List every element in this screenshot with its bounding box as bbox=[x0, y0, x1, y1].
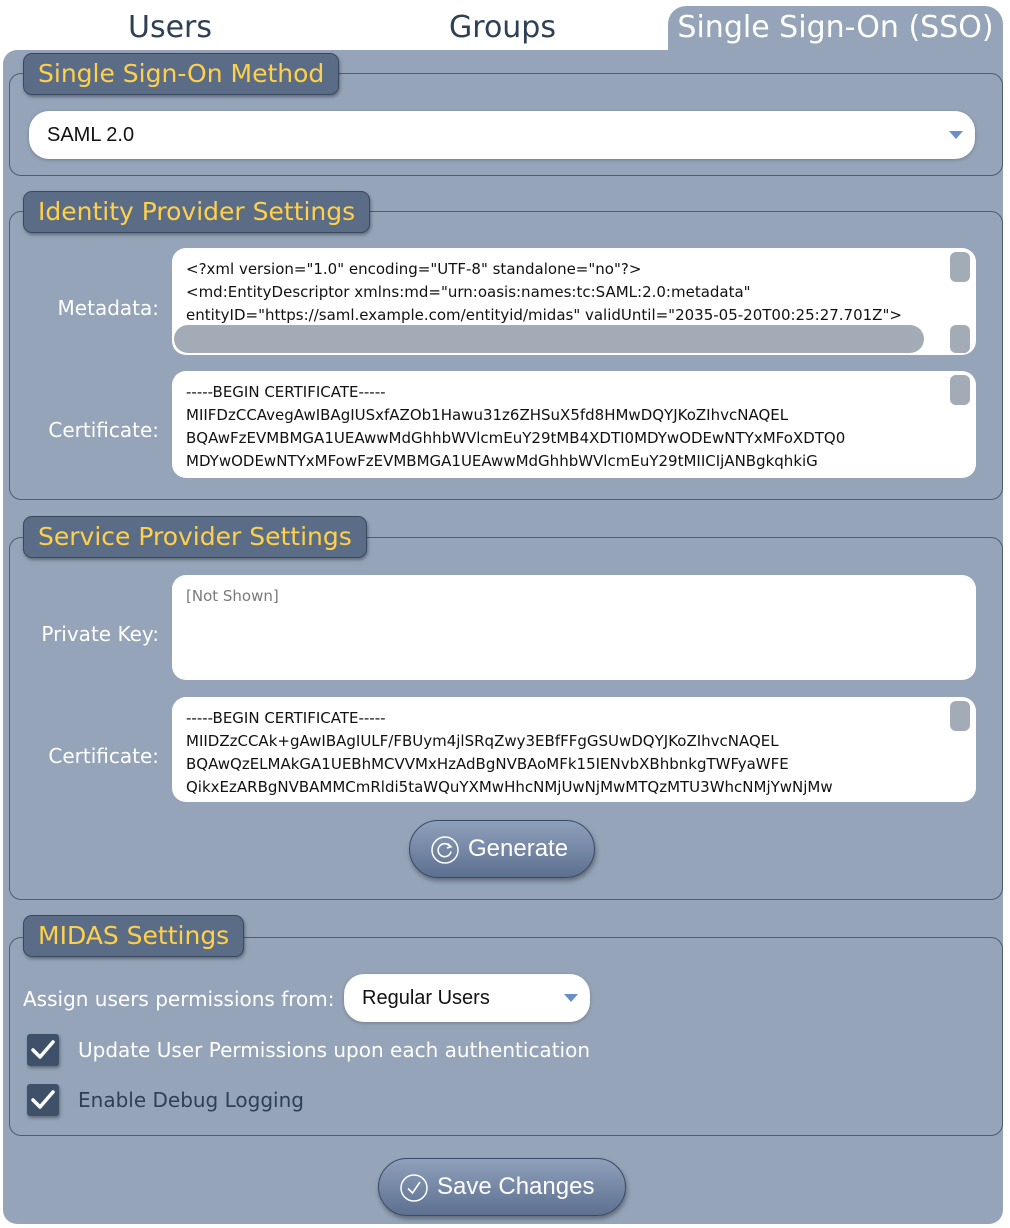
assign-permissions-select[interactable]: Regular Users bbox=[344, 974, 590, 1022]
assign-permissions-label: Assign users permissions from: bbox=[23, 987, 335, 1011]
sp-certificate-line: -----BEGIN CERTIFICATE----- bbox=[186, 709, 386, 727]
sp-certificate-line: MIIDZzCCAk+gAwIBAgIULF/FBUym4jlSRqZwy3EB… bbox=[186, 732, 779, 750]
tab-sso[interactable]: Single Sign-On (SSO) bbox=[668, 6, 1003, 52]
checkmark-icon bbox=[31, 1090, 55, 1109]
tab-groups[interactable]: Groups bbox=[420, 6, 585, 52]
debug-logging-label: Enable Debug Logging bbox=[78, 1088, 304, 1112]
chevron-down-icon bbox=[949, 131, 963, 139]
save-changes-label: Save Changes bbox=[437, 1173, 595, 1200]
update-permissions-checkbox[interactable] bbox=[27, 1034, 59, 1066]
metadata-horizontal-scrollbar[interactable] bbox=[174, 325, 924, 353]
metadata-line: <?xml version="1.0" encoding="UTF-8" sta… bbox=[186, 260, 642, 278]
metadata-vertical-scrollbar[interactable] bbox=[950, 252, 970, 282]
checkmark-icon bbox=[31, 1040, 55, 1059]
private-key-textarea[interactable]: [Not Shown] bbox=[172, 575, 976, 680]
idp-certificate-label: Certificate: bbox=[48, 418, 159, 442]
private-key-label: Private Key: bbox=[41, 622, 159, 646]
service-provider-legend: Service Provider Settings bbox=[23, 516, 367, 558]
idp-certificate-line: -----BEGIN CERTIFICATE----- bbox=[186, 383, 386, 401]
metadata-label: Metadata: bbox=[57, 296, 159, 320]
idp-certificate-textarea[interactable]: -----BEGIN CERTIFICATE----- MIIFDzCCAveg… bbox=[172, 371, 976, 478]
idp-certificate-line: MIIFDzCCAvegAwIBAgIUSxfAZOb1Hawu31z6ZHSu… bbox=[186, 406, 789, 424]
sp-certificate-label: Certificate: bbox=[48, 744, 159, 768]
idp-certificate-line: MDYwODEwNTYxMFowFzEVMBMGA1UEAwwMdGhhbWVl… bbox=[186, 452, 818, 470]
idp-certificate-scrollbar[interactable] bbox=[950, 375, 970, 405]
metadata-scroll-corner bbox=[950, 325, 970, 353]
metadata-textarea[interactable]: <?xml version="1.0" encoding="UTF-8" sta… bbox=[172, 248, 976, 355]
generate-label: Generate bbox=[468, 835, 569, 862]
generate-button[interactable]: Generate bbox=[409, 820, 595, 878]
metadata-line: <md:EntityDescriptor xmlns:md="urn:oasis… bbox=[186, 283, 751, 301]
save-changes-button[interactable]: Save Changes bbox=[378, 1158, 626, 1216]
sp-certificate-line: BQAwQzELMAkGA1UEBhMCVVMxHzAdBgNVBAoMFk15… bbox=[186, 755, 789, 773]
refresh-icon bbox=[431, 836, 459, 864]
sp-certificate-scrollbar[interactable] bbox=[950, 701, 970, 731]
metadata-line: entityID="https://saml.example.com/entit… bbox=[186, 306, 902, 324]
chevron-down-icon bbox=[564, 994, 578, 1002]
sso-method-value: SAML 2.0 bbox=[47, 124, 135, 146]
sso-panel: Single Sign-On Method SAML 2.0 Identity … bbox=[3, 50, 1003, 1224]
debug-logging-checkbox[interactable] bbox=[27, 1084, 59, 1116]
identity-provider-legend: Identity Provider Settings bbox=[23, 191, 371, 233]
sso-method-legend: Single Sign-On Method bbox=[23, 53, 340, 95]
idp-certificate-line: BQAwFzEVMBMGA1UEAwwMdGhhbWVlcmEuY29tMB4X… bbox=[186, 429, 846, 447]
sso-method-select[interactable]: SAML 2.0 bbox=[29, 111, 975, 159]
tab-bar: Users Groups Single Sign-On (SSO) bbox=[0, 0, 1010, 52]
midas-legend: MIDAS Settings bbox=[23, 915, 245, 957]
tab-users[interactable]: Users bbox=[90, 6, 250, 52]
private-key-placeholder: [Not Shown] bbox=[186, 587, 279, 605]
assign-permissions-value: Regular Users bbox=[362, 987, 490, 1009]
update-permissions-label: Update User Permissions upon each authen… bbox=[78, 1038, 591, 1062]
sp-certificate-line: QikxEzARBgNVBAMMCmRldi5taWQuYXMwHhcNMjUw… bbox=[186, 778, 833, 796]
sp-certificate-textarea[interactable]: -----BEGIN CERTIFICATE----- MIIDZzCCAk+g… bbox=[172, 697, 976, 802]
checkmark-circle-icon bbox=[400, 1174, 428, 1202]
